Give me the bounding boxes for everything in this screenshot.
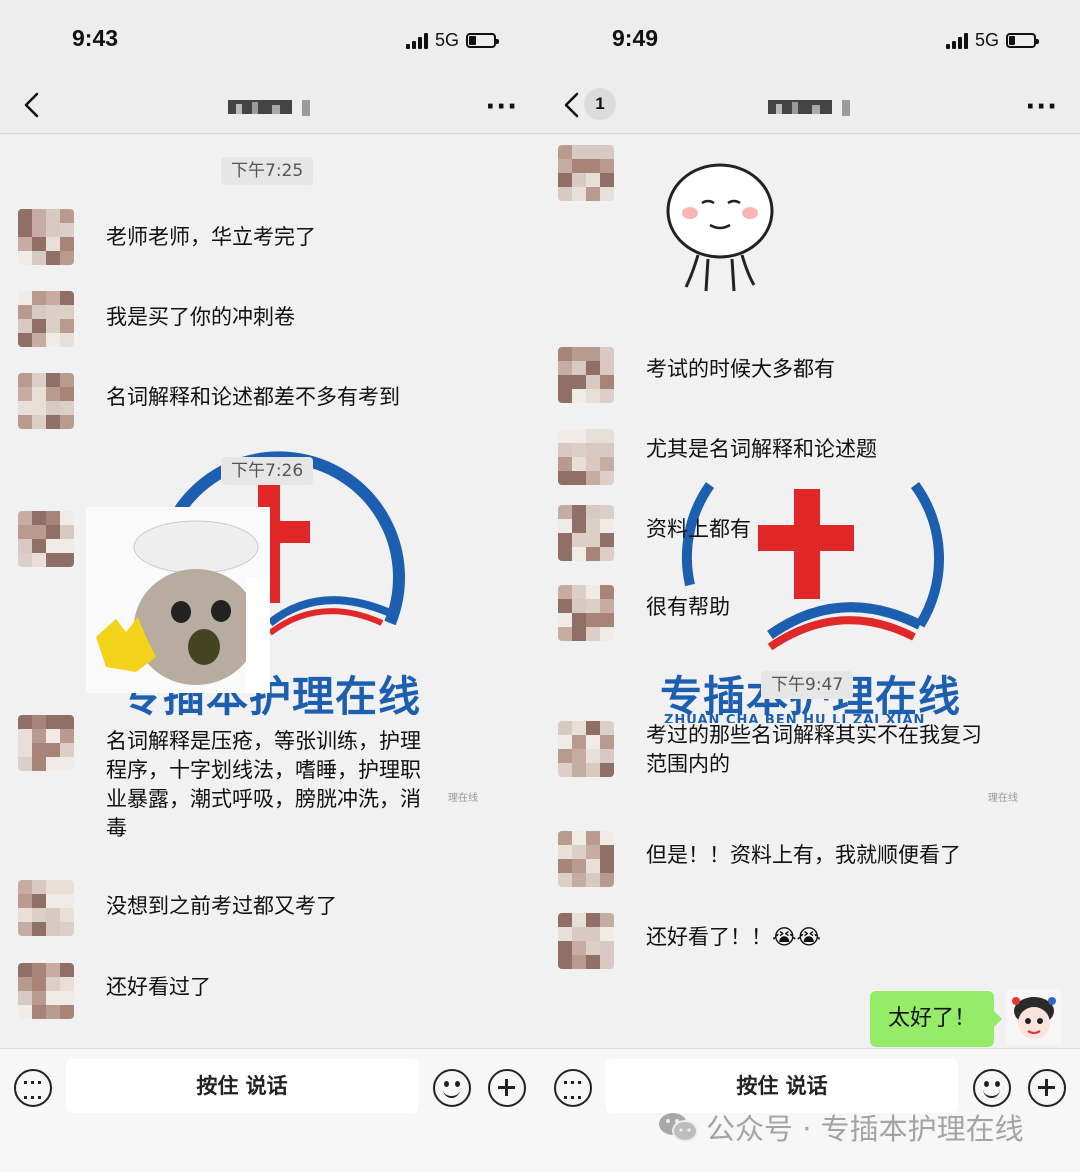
- status-bar: 9:43 5G: [0, 0, 540, 78]
- message-text: 名词解释和论述都差不多有考到: [106, 385, 400, 409]
- chat-header: ···: [0, 78, 540, 134]
- battery-icon: [466, 33, 499, 48]
- right-phone-screen: 9:49 5G 1 ··· 专: [540, 0, 1080, 1172]
- contact-name-redacted[interactable]: [228, 98, 314, 118]
- avatar[interactable]: [18, 209, 74, 265]
- status-bar: 9:49 5G: [540, 0, 1080, 78]
- avatar[interactable]: [558, 347, 614, 403]
- message-text: 很有帮助: [646, 595, 730, 619]
- message-text: 但是！！资料上有，我就顺便看了: [646, 843, 961, 867]
- wechat-icon: [659, 1113, 698, 1142]
- screenshot-collage: 9:43 5G ··· 专插本护理在线 下午7:25 老师老师，华立考完了 我是…: [0, 0, 1080, 1172]
- status-indicators: 5G: [405, 30, 499, 51]
- face-sticker-image[interactable]: [658, 155, 778, 295]
- timestamp: 下午7:25: [221, 157, 314, 185]
- left-phone-screen: 9:43 5G ··· 专插本护理在线 下午7:25 老师老师，华立考完了 我是…: [0, 0, 540, 1172]
- signal-icon: [945, 32, 968, 49]
- chat-area[interactable]: 专插本护理在线 下午7:25 老师老师，华立考完了 我是买了你的冲刺卷 名词解释…: [0, 135, 540, 1048]
- status-time: 9:43: [72, 25, 119, 51]
- my-message-bubble[interactable]: 太好了！: [869, 991, 1003, 1047]
- plus-icon[interactable]: [1028, 1069, 1066, 1107]
- plus-icon[interactable]: [488, 1069, 526, 1107]
- signal-icon: [405, 32, 428, 49]
- avatar[interactable]: [18, 373, 74, 429]
- image-watermark: 理在线: [448, 793, 478, 804]
- avatar[interactable]: [18, 511, 74, 567]
- keyboard-icon[interactable]: [14, 1069, 52, 1107]
- message-text: 名词解释是压疮，等张训练，护理程序，十字划线法，嗜睡，护理职业暴露，潮式呼吸，膀…: [106, 729, 421, 840]
- official-account-watermark: 公众号 · 专插本护理在线: [658, 1106, 1024, 1148]
- official-account-text: 公众号 · 专插本护理在线: [706, 1112, 1024, 1146]
- avatar[interactable]: [558, 505, 614, 561]
- message-text: 考过的那些名词解释其实不在我复习范围内的: [646, 723, 982, 776]
- more-icon[interactable]: ···: [1025, 92, 1058, 122]
- message-text: 尤其是名词解释和论述题: [646, 437, 877, 461]
- message-text: 考试的时候大多都有: [646, 357, 835, 381]
- avatar[interactable]: [558, 145, 614, 201]
- chat-area[interactable]: 专插本护理在线 ZHUAN CHA BEN HU LI ZAI XIAN 考试的…: [540, 135, 1080, 1048]
- network-type: 5G: [974, 30, 999, 50]
- back-icon[interactable]: [18, 90, 48, 120]
- hold-to-talk-button[interactable]: 按住 说话: [66, 1059, 418, 1113]
- message-text: 还好看了！！😭😭: [646, 925, 822, 949]
- unread-count-badge: 1: [584, 88, 616, 120]
- avatar[interactable]: [18, 715, 74, 771]
- image-watermark: 理在线: [988, 793, 1018, 804]
- message-text: 老师老师，华立考完了: [106, 225, 316, 249]
- my-message-row: 太好了！: [862, 989, 1062, 1048]
- avatar[interactable]: [558, 721, 614, 777]
- contact-name-redacted[interactable]: [768, 98, 854, 118]
- avatar[interactable]: [18, 291, 74, 347]
- status-time: 9:49: [612, 25, 659, 51]
- keyboard-icon[interactable]: [554, 1069, 592, 1107]
- network-type: 5G: [434, 30, 459, 50]
- avatar[interactable]: [558, 585, 614, 641]
- emoji-icon[interactable]: [973, 1069, 1011, 1107]
- avatar[interactable]: [18, 880, 74, 936]
- timestamp: 下午9:47: [761, 671, 854, 699]
- message-text: 资料上都有: [646, 517, 751, 541]
- message-text: 还好看过了: [106, 975, 211, 999]
- avatar[interactable]: [558, 831, 614, 887]
- avatar[interactable]: [558, 913, 614, 969]
- message-text: 我是买了你的冲刺卷: [106, 305, 295, 329]
- chat-header: 1 ···: [540, 78, 1080, 134]
- cat-sticker-image[interactable]: [86, 507, 270, 693]
- avatar[interactable]: [558, 429, 614, 485]
- avatar[interactable]: [18, 963, 74, 1019]
- input-bar: 按住 说话: [0, 1048, 540, 1172]
- message-text: 没想到之前考过都又考了: [106, 894, 337, 918]
- hold-to-talk-button[interactable]: 按住 说话: [606, 1059, 958, 1113]
- emoji-icon[interactable]: [433, 1069, 471, 1107]
- battery-icon: [1006, 33, 1039, 48]
- timestamp: 下午7:26: [221, 457, 314, 485]
- my-avatar[interactable]: [1006, 989, 1062, 1045]
- status-indicators: 5G: [945, 30, 1039, 51]
- more-icon[interactable]: ···: [485, 92, 518, 122]
